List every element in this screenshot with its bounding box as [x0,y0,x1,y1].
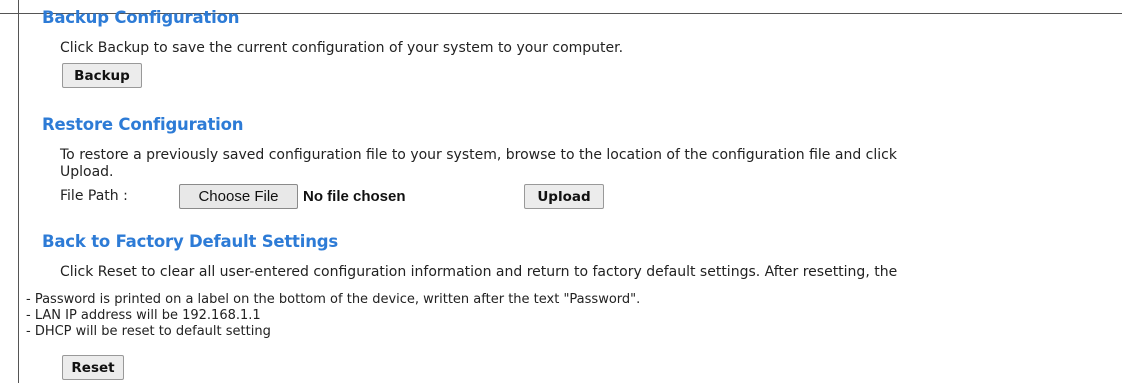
restore-description-line2: Upload. [60,164,114,180]
file-path-label: File Path : [60,188,128,204]
choose-file-button[interactable]: Choose File [179,184,298,209]
factory-note-lan-ip: - LAN IP address will be 192.168.1.1 [26,308,261,323]
factory-note-password: - Password is printed on a label on the … [26,292,641,307]
panel-left-border [18,0,19,383]
factory-reset-description: Click Reset to clear all user-entered co… [60,264,898,280]
backup-button[interactable]: Backup [62,63,142,88]
reset-button[interactable]: Reset [62,355,124,380]
no-file-chosen-text: No file chosen [303,188,406,205]
upload-button[interactable]: Upload [524,184,604,209]
backup-description: Click Backup to save the current configu… [60,40,624,56]
factory-default-heading: Back to Factory Default Settings [42,232,338,251]
factory-note-dhcp: - DHCP will be reset to default setting [26,324,271,339]
restore-description-line1: To restore a previously saved configurat… [60,147,897,163]
maintenance-configuration-panel: Backup Configuration Click Backup to sav… [0,0,1122,383]
restore-heading: Restore Configuration [42,115,244,134]
backup-heading: Backup Configuration [42,8,240,27]
